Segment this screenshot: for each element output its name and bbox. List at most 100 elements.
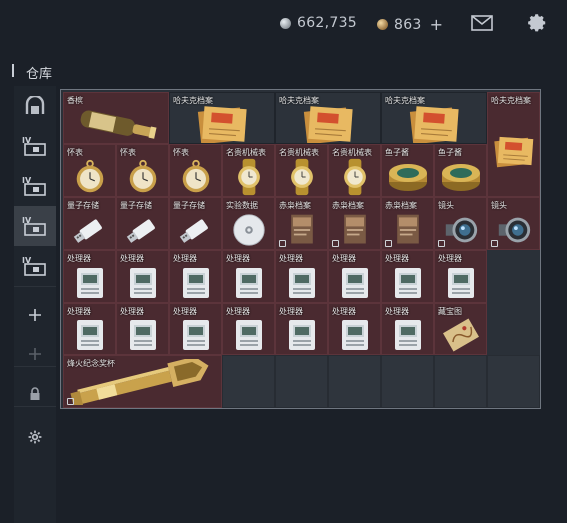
inventory-item[interactable]: 处理器: [169, 303, 222, 355]
inventory-item-label: 香槟: [67, 96, 83, 105]
inventory-item[interactable]: 处理器: [275, 303, 328, 355]
inventory-item[interactable]: 处理器: [116, 303, 169, 355]
sidebar-tab-9[interactable]: [14, 417, 56, 457]
inventory-item[interactable]: 名贵机械表: [328, 144, 381, 197]
inventory-item[interactable]: 量子存储: [169, 197, 222, 250]
empty-slot[interactable]: [487, 355, 540, 408]
inventory-item[interactable]: 处理器: [381, 250, 434, 303]
inventory-item-label: 处理器: [120, 254, 144, 263]
inventory-item[interactable]: 烽火纪念奖杯: [63, 355, 222, 408]
inventory-item[interactable]: 赤枭档案: [328, 197, 381, 250]
inventory-item[interactable]: 处理器: [63, 250, 116, 303]
sidebar-tab-7[interactable]: [14, 334, 56, 374]
inventory-item[interactable]: 藏宝图: [434, 303, 487, 355]
inventory-item[interactable]: 处理器: [222, 303, 275, 355]
inventory-item[interactable]: 处理器: [381, 303, 434, 355]
inventory-item[interactable]: 名贵机械表: [222, 144, 275, 197]
case-iv-icon: IV: [22, 135, 48, 157]
inventory-item[interactable]: 处理器: [434, 250, 487, 303]
mail-icon[interactable]: [471, 15, 493, 35]
add-gold-button[interactable]: +: [430, 15, 444, 34]
gold-coin-icon: [377, 19, 388, 30]
inventory-item[interactable]: 量子存储: [63, 197, 116, 250]
inventory-item-label: 处理器: [120, 307, 144, 316]
inventory-item[interactable]: 哈夫克档案: [169, 92, 275, 144]
inventory-item-label: 赤枭档案: [332, 201, 364, 210]
inventory-item-label: 烽火纪念奖杯: [67, 359, 115, 368]
inventory-item[interactable]: 鱼子酱: [381, 144, 434, 197]
inventory-item[interactable]: 哈夫克档案: [381, 92, 487, 144]
inventory-item-label: 处理器: [332, 254, 356, 263]
inventory-item[interactable]: 鱼子酱: [434, 144, 487, 197]
bind-status-icon: [491, 240, 498, 247]
inventory-item[interactable]: 处理器: [169, 250, 222, 303]
page-title: 仓库: [26, 67, 53, 82]
inventory-item[interactable]: 镜头: [434, 197, 487, 250]
silver-currency: 662,735: [280, 15, 357, 31]
bind-status-icon: [279, 240, 286, 247]
inventory-item[interactable]: 怀表: [169, 144, 222, 197]
inventory-item[interactable]: 实验数据: [222, 197, 275, 250]
inventory-item-label: 镜头: [438, 201, 454, 210]
sidebar-tab-3[interactable]: IV: [14, 166, 56, 206]
inventory-item-label: 处理器: [173, 254, 197, 263]
inventory-item[interactable]: 量子存储: [116, 197, 169, 250]
inventory-item-label: 处理器: [385, 254, 409, 263]
empty-slot[interactable]: [275, 355, 328, 408]
inventory-item-label: 处理器: [385, 307, 409, 316]
inventory-item-label: 名贵机械表: [279, 148, 319, 157]
inventory-item-label: 怀表: [67, 148, 83, 157]
inventory-item[interactable]: 赤枭档案: [275, 197, 328, 250]
inventory-item-label: 怀表: [120, 148, 136, 157]
inventory-item[interactable]: 处理器: [63, 303, 116, 355]
inventory-item[interactable]: 镜头: [487, 197, 540, 250]
safe-icon: [24, 96, 46, 116]
inventory-item-label: 处理器: [67, 254, 91, 263]
case-iv-icon: IV: [22, 175, 48, 197]
sidebar-tab-4[interactable]: IV: [14, 206, 56, 246]
case-iv-icon: IV: [22, 215, 48, 237]
gold-currency: 863 +: [377, 15, 443, 34]
inventory-item[interactable]: 名贵机械表: [275, 144, 328, 197]
empty-slot[interactable]: [328, 355, 381, 408]
gear-icon: [28, 430, 42, 444]
sidebar-tab-8[interactable]: [14, 374, 56, 414]
inventory-item-label: 赤枭档案: [279, 201, 311, 210]
plus-icon: [28, 308, 42, 322]
inventory-item[interactable]: 处理器: [116, 250, 169, 303]
inventory-item-label: 藏宝图: [438, 307, 462, 316]
inventory-item[interactable]: 处理器: [328, 250, 381, 303]
inventory-item-label: 处理器: [226, 307, 250, 316]
bind-status-icon: [438, 240, 445, 247]
case-iv-icon: IV: [22, 255, 48, 277]
lock-icon: [29, 387, 41, 401]
sidebar-divider: [14, 286, 56, 287]
sidebar-tab-2[interactable]: IV: [14, 126, 56, 166]
inventory-item[interactable]: 处理器: [328, 303, 381, 355]
gear-icon[interactable]: [527, 13, 548, 38]
sidebar-tab-6[interactable]: [14, 295, 56, 335]
sidebar-divider: [14, 366, 56, 367]
plus-icon: [28, 347, 42, 361]
inventory-item-label: 处理器: [226, 254, 250, 263]
inventory-item[interactable]: 香槟: [63, 92, 169, 144]
sidebar-tab-5[interactable]: IV: [14, 246, 56, 286]
empty-slot[interactable]: [381, 355, 434, 408]
inventory-item[interactable]: 处理器: [275, 250, 328, 303]
inventory-item[interactable]: 处理器: [222, 250, 275, 303]
warehouse-sidebar: IV IV IV IV: [14, 86, 56, 523]
inventory-item-label: 名贵机械表: [332, 148, 372, 157]
inventory-item-label: 哈夫克档案: [491, 96, 531, 105]
inventory-item-label: 量子存储: [173, 201, 205, 210]
sidebar-tab-1[interactable]: [14, 86, 56, 126]
inventory-item[interactable]: 哈夫克档案: [275, 92, 381, 144]
inventory-item[interactable]: 怀表: [63, 144, 116, 197]
inventory-grid: 香槟 哈夫克档案 哈夫克档案 哈夫克档案 哈夫克档案 怀表 怀表 怀表 名贵机械表 名贵机械表 名贵…: [60, 89, 541, 409]
bind-status-icon: [67, 398, 74, 405]
inventory-item-label: 量子存储: [67, 201, 99, 210]
inventory-item[interactable]: 赤枭档案: [381, 197, 434, 250]
empty-slot[interactable]: [222, 355, 275, 408]
empty-slot[interactable]: [434, 355, 487, 408]
inventory-item[interactable]: 怀表: [116, 144, 169, 197]
inventory-item[interactable]: 哈夫克档案: [487, 92, 540, 197]
